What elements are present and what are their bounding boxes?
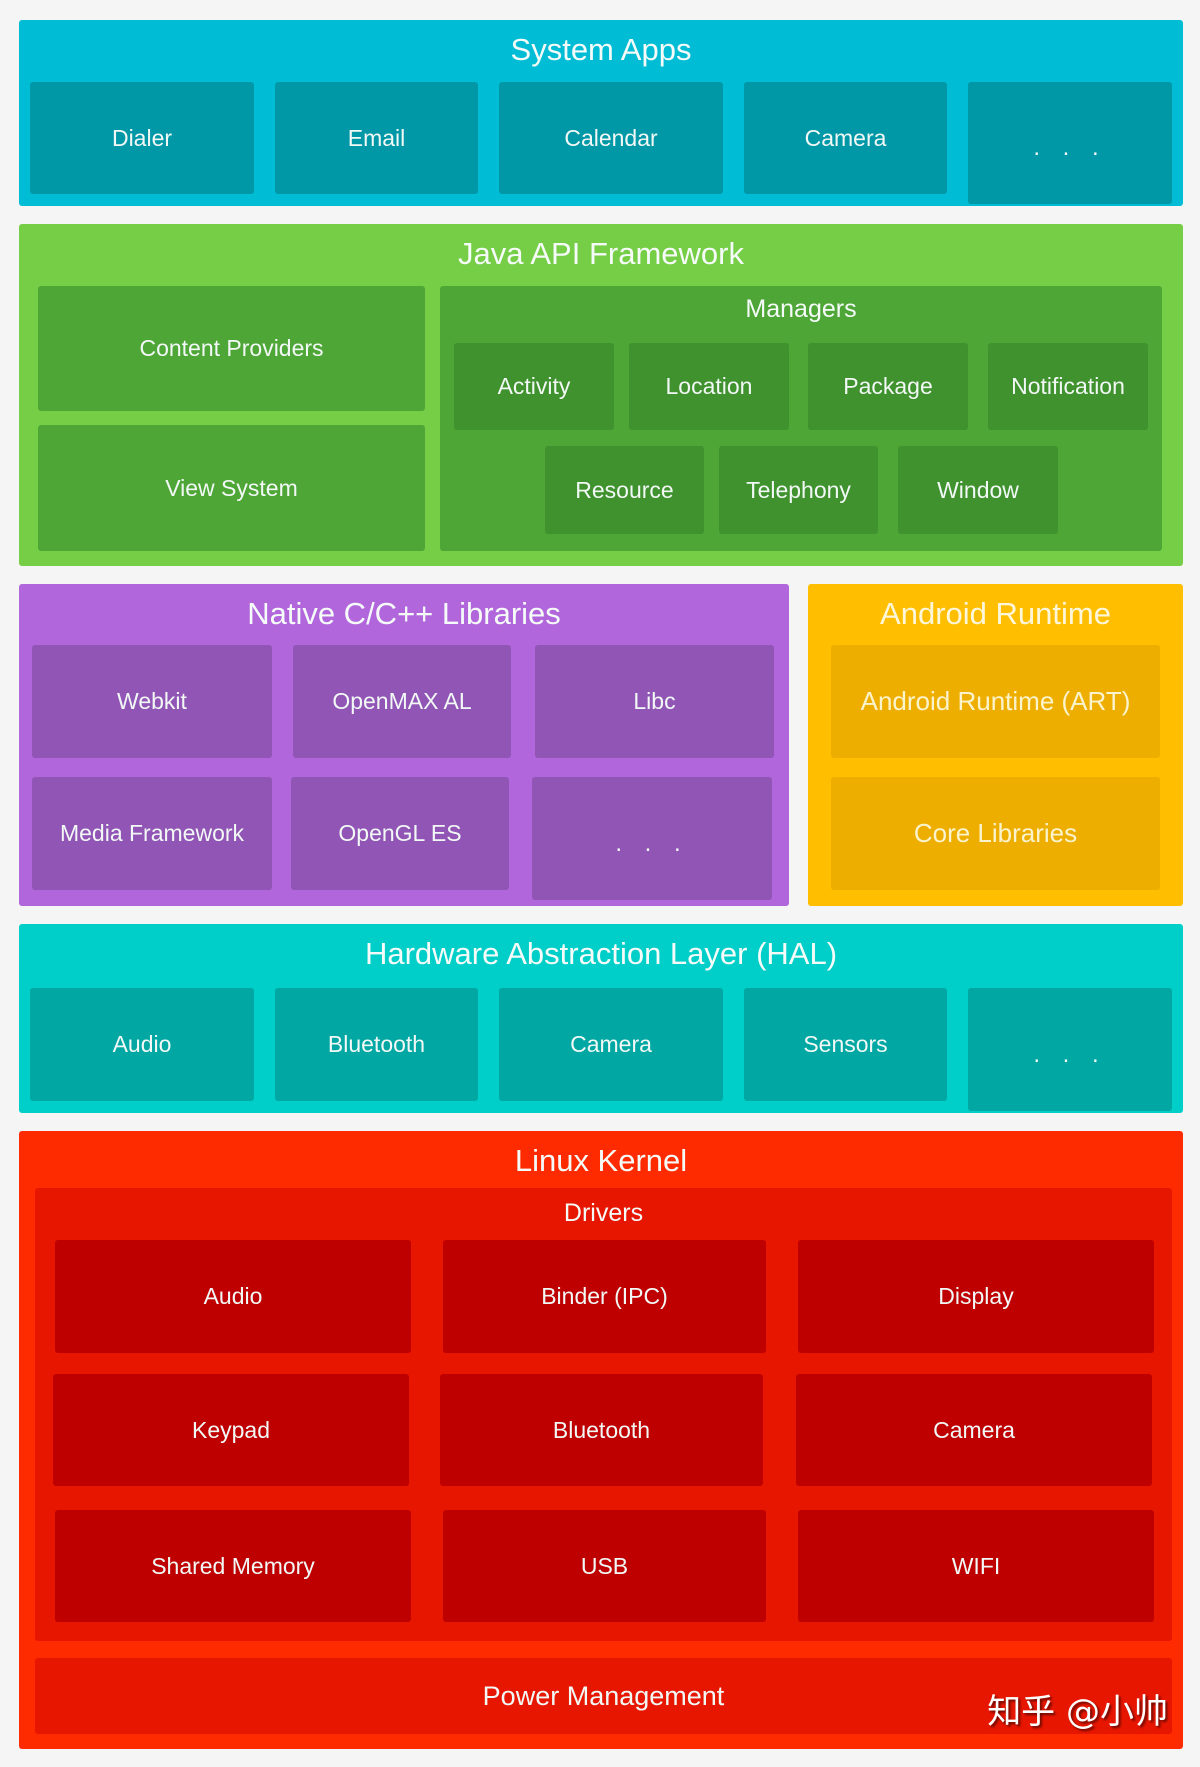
driver-usb: USB [443,1510,766,1622]
runtime-art: Android Runtime (ART) [831,645,1160,758]
view-system: View System [38,425,425,551]
drivers-title: Drivers [563,1199,644,1227]
app-email: Email [275,82,478,194]
hal-title: Hardware Abstraction Layer (HAL) [364,936,838,971]
hal-camera: Camera [499,988,723,1101]
watermark: 知乎 @小帅 [987,1692,1168,1732]
java-api-title: Java API Framework [458,236,744,271]
native-libraries-layer: Native C/C++ Libraries Webkit OpenMAX AL… [19,584,789,906]
android-runtime-title: Android Runtime [880,596,1111,631]
manager-resource: Resource [545,446,704,534]
driver-audio: Audio [55,1240,411,1353]
driver-binder-ipc: Binder (IPC) [443,1240,766,1353]
driver-bluetooth: Bluetooth [440,1374,763,1486]
manager-notification: Notification [988,343,1148,430]
runtime-core-libraries: Core Libraries [831,777,1160,890]
linux-kernel-layer: Linux Kernel Drivers Audio Binder (IPC) … [19,1131,1183,1749]
driver-camera: Camera [796,1374,1152,1486]
lib-libc: Libc [535,645,774,758]
java-api-framework-layer: Java API Framework Content Providers Vie… [19,224,1183,566]
hal-layer: Hardware Abstraction Layer (HAL) Audio B… [19,924,1183,1113]
app-calendar: Calendar [499,82,723,194]
hal-more: . . . [968,988,1172,1111]
lib-opengl-es: OpenGL ES [291,777,509,890]
hal-sensors: Sensors [744,988,947,1101]
manager-package: Package [808,343,968,430]
native-libraries-title: Native C/C++ Libraries [247,596,561,631]
manager-activity: Activity [454,343,614,430]
lib-webkit: Webkit [32,645,272,758]
android-runtime-layer: Android Runtime Android Runtime (ART) Co… [808,584,1183,906]
managers-group: Managers Activity Location Package Notif… [440,286,1162,551]
driver-keypad: Keypad [53,1374,409,1486]
lib-more: . . . [532,777,772,900]
system-apps-layer: System Apps Dialer Email Calendar Camera… [19,20,1183,206]
lib-media-framework: Media Framework [32,777,272,890]
system-apps-title: System Apps [510,32,692,67]
app-dialer: Dialer [30,82,254,194]
lib-openmax-al: OpenMAX AL [293,645,511,758]
app-more: . . . [968,82,1172,204]
manager-location: Location [629,343,789,430]
driver-shared-memory: Shared Memory [55,1510,411,1622]
content-providers: Content Providers [38,286,425,411]
manager-telephony: Telephony [719,446,878,534]
linux-kernel-title: Linux Kernel [514,1143,688,1178]
drivers-group: Drivers Audio Binder (IPC) Display Keypa… [35,1188,1172,1641]
app-camera: Camera [744,82,947,194]
hal-audio: Audio [30,988,254,1101]
driver-display: Display [798,1240,1154,1353]
driver-wifi: WIFI [798,1510,1154,1622]
hal-bluetooth: Bluetooth [275,988,478,1101]
manager-window: Window [898,446,1058,534]
managers-title: Managers [745,295,857,323]
